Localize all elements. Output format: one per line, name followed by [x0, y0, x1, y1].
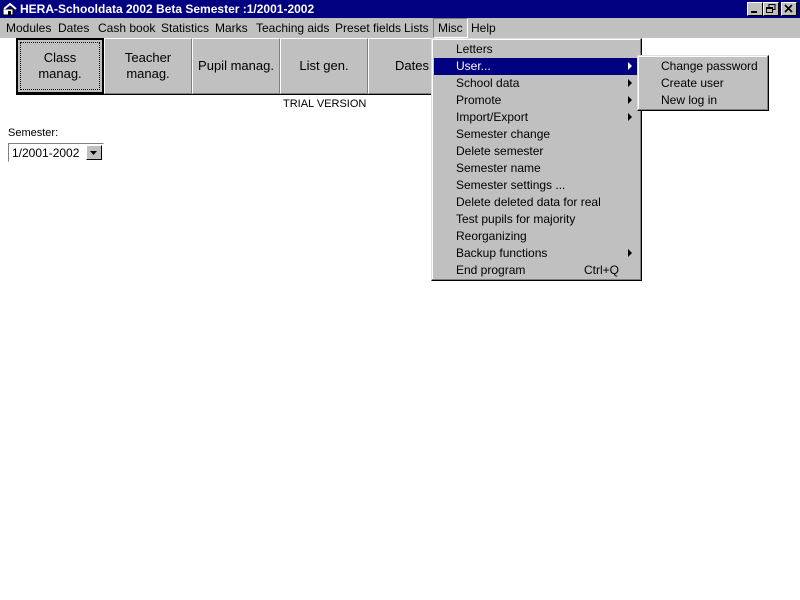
menu-statistics[interactable]: Statistics [157, 18, 213, 38]
menu-bar: Modules Dates Cash book Statistics Marks… [0, 18, 800, 38]
semester-select[interactable]: 1/2001-2002 [8, 143, 104, 162]
minimize-icon [751, 11, 757, 13]
menu-item-backup-functions[interactable]: Backup functions [434, 245, 639, 262]
submenu-arrow-icon [628, 249, 632, 257]
menu-item-new-log-in[interactable]: New log in [640, 92, 766, 109]
window-title: HERA-Schooldata 2002 Beta Semester :1/20… [20, 2, 315, 16]
menu-item-reorganizing[interactable]: Reorganizing [434, 228, 639, 245]
submenu-arrow-icon [628, 113, 632, 121]
list-generator-button[interactable]: List gen. [280, 38, 368, 94]
submenu-arrow-icon [628, 62, 632, 70]
pupil-management-button[interactable]: Pupil manag. [192, 38, 280, 94]
trial-version-label: TRIAL VERSION [283, 98, 367, 110]
menu-item-promote[interactable]: Promote [434, 92, 639, 109]
semester-label: Semester: [8, 127, 59, 139]
menu-misc[interactable]: Misc [433, 18, 468, 38]
menu-cash-book[interactable]: Cash book [94, 18, 159, 38]
menu-item-end-program[interactable]: End program Ctrl+Q [434, 262, 639, 279]
menu-item-semester-settings[interactable]: Semester settings ... [434, 177, 639, 194]
close-icon [784, 4, 793, 13]
menu-marks[interactable]: Marks [211, 18, 252, 38]
menu-item-delete-deleted-data[interactable]: Delete deleted data for real [434, 194, 639, 211]
menu-item-delete-semester[interactable]: Delete semester [434, 143, 639, 160]
shortcut-label: Ctrl+Q [583, 263, 619, 277]
app-icon[interactable] [2, 1, 18, 17]
restore-button[interactable] [763, 2, 779, 16]
minimize-button[interactable] [747, 2, 763, 16]
menu-item-user[interactable]: User... [434, 58, 639, 75]
menu-lists[interactable]: Lists [400, 18, 433, 38]
menu-item-test-pupils-majority[interactable]: Test pupils for majority [434, 211, 639, 228]
close-button[interactable] [781, 2, 797, 16]
semester-dropdown-button[interactable] [86, 145, 102, 160]
user-submenu: Change password Create user New log in [637, 55, 769, 111]
submenu-arrow-icon [628, 96, 632, 104]
chevron-down-icon [90, 151, 97, 155]
menu-preset-fields[interactable]: Preset fields [331, 18, 405, 38]
menu-modules[interactable]: Modules [2, 18, 55, 38]
menu-item-school-data[interactable]: School data [434, 75, 639, 92]
misc-menu: Letters User... School data Promote Impo… [431, 38, 642, 281]
menu-help[interactable]: Help [467, 18, 500, 38]
semester-value: 1/2001-2002 [12, 146, 80, 160]
title-bar: HERA-Schooldata 2002 Beta Semester :1/20… [0, 0, 800, 18]
menu-item-create-user[interactable]: Create user [640, 75, 766, 92]
restore-icon [766, 4, 776, 13]
menu-teaching-aids[interactable]: Teaching aids [252, 18, 333, 38]
menu-item-change-password[interactable]: Change password [640, 58, 766, 75]
menu-dates[interactable]: Dates [54, 18, 93, 38]
menu-item-semester-name[interactable]: Semester name [434, 160, 639, 177]
menu-item-letters[interactable]: Letters [434, 41, 639, 58]
teacher-management-button[interactable]: Teacher manag. [104, 38, 192, 94]
class-management-button[interactable]: Class manag. [16, 38, 104, 94]
menu-item-semester-change[interactable]: Semester change [434, 126, 639, 143]
menu-item-import-export[interactable]: Import/Export [434, 109, 639, 126]
submenu-arrow-icon [628, 79, 632, 87]
